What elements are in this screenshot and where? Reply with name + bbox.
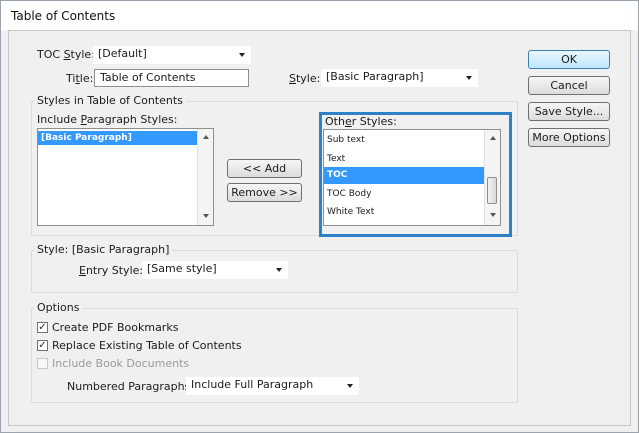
styles-group-title: Styles in Table of Contents [34,94,186,107]
toc-style-label: TOC Style: [37,48,95,61]
other-styles-label: Other Styles: [325,115,397,128]
add-button-label: << Add [242,162,287,175]
list-item[interactable]: Sub text [324,132,484,149]
include-styles-label: Include Paragraph Styles: [37,113,178,126]
options-group-title: Options [34,301,83,314]
entry-style-value: [Same style] [147,262,217,275]
style-label: Style: [289,72,321,85]
chevron-down-icon [466,76,472,80]
remove-button[interactable]: Remove >> [227,183,302,202]
add-button[interactable]: << Add [227,159,302,178]
save-style-button-label: Save Style... [534,105,604,118]
other-list-scrollbar[interactable] [484,130,500,225]
ok-button[interactable]: OK [528,50,610,69]
entry-style-label: Entry Style: [79,264,144,277]
include-book-label: Include Book Documents [52,357,190,370]
create-pdf-checkbox[interactable]: ✓ [37,322,48,333]
entry-style-group-title: Style: [Basic Paragraph] [34,243,173,256]
numbered-paragraphs-dropdown[interactable]: Include Full Paragraph [186,377,359,395]
chevron-down-icon [347,384,353,388]
include-book-checkbox[interactable] [37,358,48,369]
scroll-down-icon[interactable] [203,214,209,218]
chevron-down-icon [276,268,282,272]
cancel-button[interactable]: Cancel [528,76,610,95]
other-styles-list[interactable]: Sub text Text TOC TOC Body White Text [323,129,501,226]
dialog-body: TOC Style: [Default] Title: Table of Con… [8,30,631,426]
create-pdf-label[interactable]: Create PDF Bookmarks [52,321,178,334]
title-label: Title: [66,72,94,85]
style-dropdown[interactable]: [Basic Paragraph] [321,69,478,87]
scroll-down-icon[interactable] [490,213,496,217]
include-list-scrollbar[interactable] [197,129,213,225]
include-styles-list[interactable]: [Basic Paragraph] [37,128,214,226]
numbered-paragraphs-value: Include Full Paragraph [191,378,314,391]
dialog-title: Table of Contents [11,9,116,23]
scroll-up-icon[interactable] [203,135,209,139]
chevron-down-icon [239,53,245,57]
list-item[interactable]: [Basic Paragraph] [38,131,199,145]
ok-button-label: OK [561,53,577,66]
style-value: [Basic Paragraph] [326,70,424,83]
list-item[interactable]: White Text [324,204,484,221]
list-item[interactable]: Text [324,151,484,168]
remove-button-label: Remove >> [231,186,298,199]
list-item-selected[interactable]: TOC [324,167,484,184]
toc-style-value: [Default] [98,47,147,60]
entry-style-dropdown[interactable]: [Same style] [142,261,288,279]
save-style-button[interactable]: Save Style... [528,102,610,121]
more-options-button-label: More Options [532,131,606,144]
title-value: Table of Contents [100,71,196,84]
dialog-titlebar: Table of Contents [1,1,638,30]
scroll-up-icon[interactable] [490,136,496,140]
scroll-thumb[interactable] [487,177,497,204]
title-input[interactable]: Table of Contents [94,69,249,87]
toc-style-dropdown[interactable]: [Default] [93,46,251,64]
more-options-button[interactable]: More Options [528,128,610,147]
replace-existing-label[interactable]: Replace Existing Table of Contents [52,339,242,352]
numbered-paragraphs-label: Numbered Paragraphs: [67,380,194,393]
list-item[interactable]: TOC Body [324,186,484,203]
table-of-contents-dialog: Table of Contents TOC Style: [Default] T… [0,0,639,433]
replace-existing-checkbox[interactable]: ✓ [37,340,48,351]
cancel-button-label: Cancel [550,79,588,92]
